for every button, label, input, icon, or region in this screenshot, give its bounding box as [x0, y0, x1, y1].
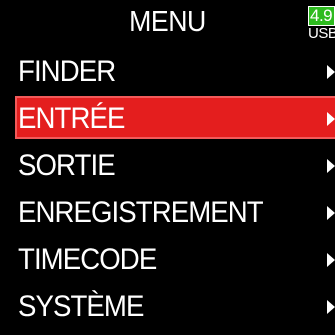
- menu-item-entree[interactable]: ENTRÉE: [0, 95, 335, 142]
- menu-item-label: TIMECODE: [18, 243, 157, 276]
- header-bar: MENU 4.9 USB: [0, 0, 335, 48]
- chevron-right-icon: [327, 300, 335, 314]
- menu-item-label: SORTIE: [18, 149, 116, 182]
- menu-item-enregistrement[interactable]: ENREGISTREMENT: [0, 189, 335, 236]
- menu-item-label: FINDER: [18, 55, 116, 88]
- main-menu-list: FINDER ENTRÉE SORTIE ENREGISTREMENT TIME…: [0, 48, 335, 330]
- menu-item-timecode[interactable]: TIMECODE: [0, 236, 335, 283]
- page-title: MENU: [129, 6, 206, 38]
- battery-voltage: 4.9: [310, 6, 333, 25]
- chevron-right-icon: [327, 112, 335, 126]
- chevron-right-icon: [327, 159, 335, 173]
- chevron-right-icon: [327, 206, 335, 220]
- menu-item-label: SYSTÈME: [18, 290, 144, 323]
- menu-item-systeme[interactable]: SYSTÈME: [0, 283, 335, 330]
- menu-item-finder[interactable]: FINDER: [0, 48, 335, 95]
- menu-item-label: ENTRÉE: [18, 102, 125, 135]
- chevron-right-icon: [327, 253, 335, 267]
- menu-item-sortie[interactable]: SORTIE: [0, 142, 335, 189]
- chevron-right-icon: [327, 65, 335, 79]
- power-source-label: USB: [308, 25, 335, 42]
- menu-item-label: ENREGISTREMENT: [18, 196, 264, 229]
- menu-screen: MENU 4.9 USB FINDER ENTRÉE SORTIE ENREGI…: [0, 0, 335, 335]
- battery-indicator: 4.9 USB: [304, 6, 335, 44]
